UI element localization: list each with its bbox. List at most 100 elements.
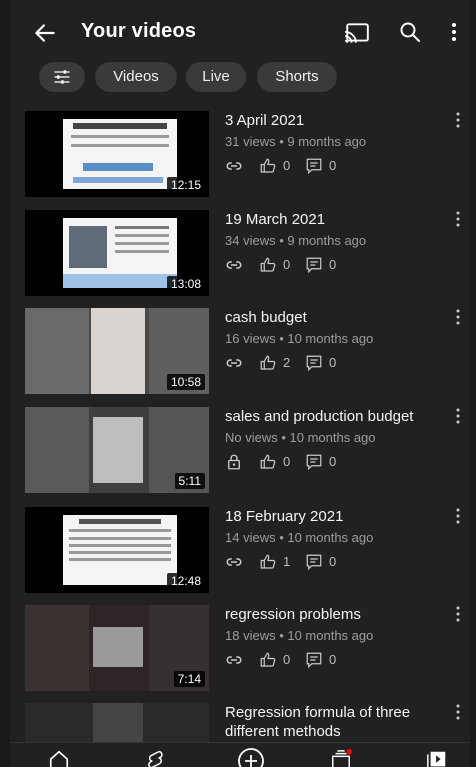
video-menu-icon[interactable]: [455, 111, 461, 129]
video-meta: 31 views • 9 months ago: [225, 134, 367, 149]
like-icon: [260, 257, 276, 272]
video-stats: 0 0: [225, 157, 445, 175]
filter-chips: Videos Live Shorts: [10, 62, 470, 94]
like-count: 0: [283, 257, 291, 272]
video-title: 18 February 2021: [225, 508, 344, 525]
video-item[interactable]: 12:48 18 February 2021 14 views • 10 mon…: [10, 507, 470, 595]
video-thumbnail[interactable]: 7:14: [25, 605, 209, 691]
link-icon: [226, 261, 242, 269]
video-meta: 14 views • 10 months ago: [225, 530, 374, 545]
video-item[interactable]: 12:15 3 April 2021 31 views • 9 months a…: [10, 111, 470, 199]
video-thumbnail[interactable]: 5:11: [25, 407, 209, 493]
slide-thumbnail-image: [63, 218, 177, 288]
lock-icon: [228, 454, 240, 470]
video-info: sales and production budget No views • 1…: [225, 407, 445, 471]
comment-icon: [306, 257, 322, 274]
paper-thumbnail-image: [91, 308, 145, 394]
video-item[interactable]: Regression formula of three different me…: [10, 703, 470, 743]
like-count: 0: [283, 652, 291, 667]
video-thumbnail[interactable]: 12:48: [25, 507, 209, 593]
like-count: 0: [283, 158, 291, 173]
video-menu-icon[interactable]: [455, 407, 461, 425]
paper-thumbnail-image: [93, 417, 143, 483]
like-count: 2: [283, 355, 291, 370]
chip-live[interactable]: Live: [186, 62, 246, 92]
video-menu-icon[interactable]: [455, 210, 461, 228]
link-icon: [226, 558, 242, 566]
video-stats: 1 0: [225, 553, 445, 571]
link-icon: [226, 656, 242, 664]
slide-thumbnail-image: [63, 515, 177, 585]
cast-icon[interactable]: [344, 22, 370, 44]
video-title: 19 March 2021: [225, 211, 326, 228]
duration-badge: 10:58: [166, 374, 205, 390]
video-menu-icon[interactable]: [455, 605, 461, 623]
top-app-bar: Your videos: [10, 0, 470, 64]
video-menu-icon[interactable]: [455, 507, 461, 525]
like-icon: [260, 158, 276, 173]
bottom-navigation: [10, 742, 470, 767]
chip-shorts[interactable]: Shorts: [257, 62, 337, 92]
slide-thumbnail-image: [63, 119, 177, 189]
video-item[interactable]: 5:11 sales and production budget No view…: [10, 407, 470, 495]
duration-badge: 7:14: [173, 671, 205, 687]
page-title: Your videos: [81, 20, 197, 42]
video-thumbnail[interactable]: [25, 703, 209, 743]
video-thumbnail[interactable]: 10:58: [25, 308, 209, 394]
video-meta: No views • 10 months ago: [225, 430, 376, 445]
like-count: 1: [283, 554, 291, 569]
comment-count: 0: [329, 355, 337, 370]
comment-icon: [306, 554, 322, 571]
duration-badge: 13:08: [166, 276, 205, 292]
video-item[interactable]: 13:08 19 March 2021 34 views • 9 months …: [10, 210, 470, 298]
video-title: sales and production budget: [225, 408, 414, 425]
home-icon[interactable]: [48, 749, 70, 767]
like-icon: [260, 554, 276, 569]
comment-count: 0: [329, 454, 337, 469]
video-stats: 0 0: [225, 453, 445, 471]
create-icon[interactable]: [237, 747, 265, 767]
like-icon: [260, 454, 276, 469]
search-icon[interactable]: [398, 20, 422, 44]
comment-count: 0: [329, 554, 337, 569]
subscriptions-icon[interactable]: [330, 749, 352, 767]
link-icon: [226, 162, 242, 170]
video-thumbnail[interactable]: 13:08: [25, 210, 209, 296]
comment-icon: [306, 158, 322, 175]
chip-videos[interactable]: Videos: [95, 62, 177, 92]
video-menu-icon[interactable]: [455, 703, 461, 721]
like-count: 0: [283, 454, 291, 469]
comment-count: 0: [329, 652, 337, 667]
video-menu-icon[interactable]: [455, 308, 461, 326]
video-meta: 34 views • 9 months ago: [225, 233, 367, 248]
app-frame: Your videos Videos Live Shorts 12:15 3 A…: [10, 0, 470, 767]
sliders-icon: [54, 70, 70, 84]
video-thumbnail[interactable]: 12:15: [25, 111, 209, 197]
more-options-icon[interactable]: [450, 20, 458, 44]
comment-count: 0: [329, 257, 337, 272]
duration-badge: 5:11: [174, 473, 205, 489]
video-info: Regression formula of three different me…: [225, 703, 445, 741]
video-info: cash budget 16 views • 10 months ago 2 0: [225, 308, 445, 372]
video-title: regression problems: [225, 606, 361, 623]
video-stats: 2 0: [225, 354, 445, 372]
comment-icon: [306, 454, 322, 471]
link-icon: [226, 359, 242, 367]
library-icon[interactable]: [426, 749, 448, 767]
comment-icon: [306, 355, 322, 372]
video-title: cash budget: [225, 309, 307, 326]
shorts-icon[interactable]: [144, 749, 166, 767]
video-meta: 16 views • 10 months ago: [225, 331, 374, 346]
back-arrow-icon[interactable]: [32, 20, 58, 46]
video-title: Regression formula of three different me…: [225, 704, 411, 740]
filter-settings-chip[interactable]: [39, 62, 85, 92]
comment-count: 0: [329, 158, 337, 173]
video-item[interactable]: 7:14 regression problems 18 views • 10 m…: [10, 605, 470, 693]
comment-icon: [306, 652, 322, 669]
video-info: regression problems 18 views • 10 months…: [225, 605, 445, 669]
video-item[interactable]: 10:58 cash budget 16 views • 10 months a…: [10, 308, 470, 396]
video-meta: 18 views • 10 months ago: [225, 628, 374, 643]
like-icon: [260, 652, 276, 667]
video-stats: 0 0: [225, 651, 445, 669]
duration-badge: 12:15: [166, 177, 205, 193]
